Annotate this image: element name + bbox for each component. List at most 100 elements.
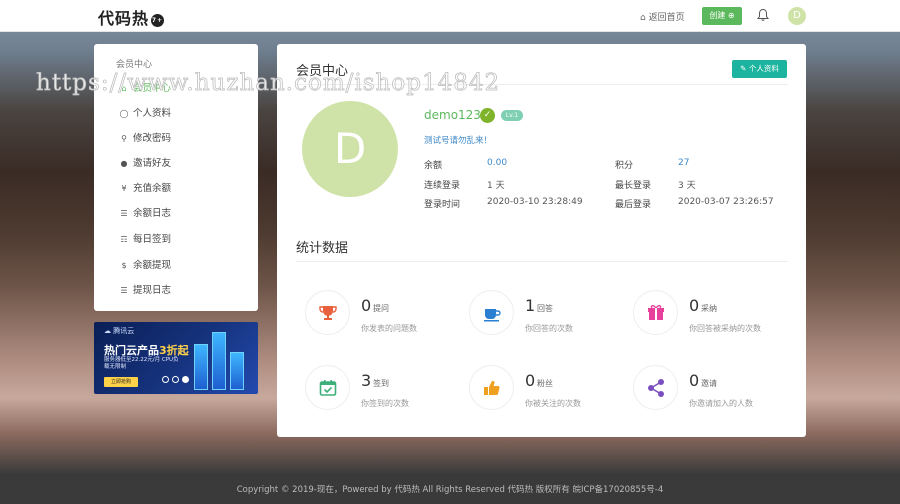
users-icon: ● (120, 159, 128, 168)
list-icon: ☰ (120, 209, 128, 218)
stat-label: 采纳 (701, 304, 717, 313)
stat-number: 3 (361, 371, 372, 390)
ad-title: 热门云产品3折起 (104, 342, 189, 358)
ad-banner[interactable]: ☁ 腾讯云 热门云产品3折起 服务器低至22.22元/月 CPU负载无限制 立即… (94, 322, 258, 394)
points-value[interactable]: 27 (678, 158, 689, 168)
sidebar-item-label: 每日签到 (133, 234, 172, 245)
pencil-icon: ✎ (740, 64, 747, 73)
sidebar-item-label: 余额提现 (133, 260, 172, 271)
stat-number: 1 (525, 296, 536, 315)
top-navbar: 代码热 7+ ⌂ 返回首页 创建 ⊕ D (0, 0, 900, 32)
main-panel: 会员中心 ✎ 个人资料 D demo123 ✓ Lv.1 测试号请勿乱来！ 余额… (277, 44, 806, 437)
stat-description: 你回答被采纳的次数 (689, 324, 761, 333)
sidebar-item-label: 提现日志 (133, 285, 172, 296)
sidebar-item-withdraw[interactable]: $ 余额提现 (118, 255, 248, 277)
logo-badge: 7+ (151, 14, 165, 27)
bell-icon[interactable] (756, 8, 770, 22)
stats-title: 统计数据 (296, 241, 349, 256)
info-label: 最后登录 (615, 200, 652, 210)
ad-title-main: 热门云产品 (104, 344, 159, 357)
calendar-icon: ☶ (120, 235, 128, 244)
key-icon: ⚲ (121, 134, 127, 143)
stat-label: 邀请 (701, 379, 717, 388)
sidebar-item-balance-log[interactable]: ☰ 余额日志 (118, 203, 248, 225)
sidebar-item-label: 邀请好友 (133, 158, 172, 169)
create-button[interactable]: 创建 ⊕ (702, 7, 742, 25)
info-label: 连续登录 (424, 181, 461, 191)
footer: Copyright © 2019-现在，Powered by 代码热 All R… (0, 473, 900, 504)
sidebar-item-invite-friends[interactable]: ● 邀请好友 (118, 153, 248, 175)
profile-button-label: 个人资料 (748, 64, 779, 73)
carousel-dot-active[interactable] (182, 376, 189, 383)
info-label: 登录时间 (424, 200, 461, 210)
sidebar-item-label: 充值余额 (133, 183, 172, 194)
thumbs-up-icon (469, 365, 514, 410)
stat-number: 0 (689, 371, 700, 390)
back-home-link[interactable]: ⌂ 返回首页 (640, 10, 685, 23)
info-value: 2020-03-10 23:28:49 (487, 197, 583, 207)
info-label: 余额 (424, 161, 443, 171)
info-value: 3 天 (678, 181, 696, 191)
profile-button[interactable]: ✎ 个人资料 (732, 60, 787, 78)
stat-description: 你签到的次数 (361, 399, 409, 408)
logo-text: 代码热 (98, 9, 150, 28)
sidebar-item-profile[interactable]: ◯ 个人资料 (118, 103, 248, 125)
divider (296, 261, 788, 262)
stat-number: 0 (525, 371, 536, 390)
ad-subtitle: 服务器低至22.22元/月 CPU负载无限制 (104, 357, 179, 370)
sidebar-item-daily-checkin[interactable]: ☶ 每日签到 (118, 229, 248, 251)
ad-title-highlight: 3折起 (159, 344, 189, 357)
stat-label: 粉丝 (537, 379, 553, 388)
carousel-dot[interactable] (162, 376, 169, 383)
yen-icon: ¥ (121, 184, 127, 193)
stat-label: 签到 (373, 379, 389, 388)
info-label: 积分 (615, 161, 634, 171)
ad-server-graphic (212, 332, 226, 390)
info-label: 最长登录 (615, 181, 652, 191)
username[interactable]: demo123 (424, 108, 481, 122)
carousel-dot[interactable] (172, 376, 179, 383)
stat-description: 你回答的次数 (525, 324, 573, 333)
home-icon: ⌂ (640, 13, 646, 23)
ad-brand-text: 腾讯云 (113, 327, 135, 335)
info-value: 1 天 (487, 181, 505, 191)
user-avatar[interactable]: D (788, 7, 806, 25)
info-value: 2020-03-07 23:26:57 (678, 197, 774, 207)
ad-brand: ☁ 腾讯云 (104, 326, 134, 336)
footer-copyright: Copyright © 2019-现在，Powered by 代码热 All R… (236, 485, 664, 495)
sidebar-item-change-password[interactable]: ⚲ 修改密码 (118, 128, 248, 150)
sidebar-item-withdraw-log[interactable]: ☰ 提现日志 (118, 280, 248, 302)
ad-buy-button[interactable]: 立即抢购 (104, 377, 138, 387)
plus-circle-icon: ⊕ (727, 11, 735, 20)
calendar-check-icon (305, 365, 350, 410)
share-icon (633, 365, 678, 410)
profile-avatar: D (302, 101, 398, 197)
stat-label: 回答 (537, 304, 553, 313)
user-motto: 测试号请勿乱来！ (424, 136, 493, 146)
ad-server-graphic (230, 352, 244, 390)
site-logo[interactable]: 代码热 7+ (98, 5, 165, 29)
home-link-label: 返回首页 (648, 13, 685, 23)
stat-description: 你被关注的次数 (525, 399, 581, 408)
sidebar-item-recharge[interactable]: ¥ 充值余额 (118, 178, 248, 200)
ad-server-graphic (194, 344, 208, 390)
stat-number: 0 (689, 296, 700, 315)
stat-description: 你发表的问题数 (361, 324, 417, 333)
verified-icon: ✓ (480, 108, 495, 123)
cloud-icon: ☁ (104, 327, 111, 335)
balance-value[interactable]: 0.00 (487, 158, 507, 168)
coffee-cup-icon (469, 290, 514, 335)
stat-description: 你邀请加入的人数 (689, 399, 753, 408)
sidebar-item-label: 余额日志 (133, 208, 172, 219)
create-button-label: 创建 (709, 11, 726, 20)
dollar-icon: $ (121, 261, 127, 270)
list-icon: ☰ (120, 286, 128, 295)
sidebar-title: 会员中心 (116, 60, 153, 70)
sidebar-item-label: 修改密码 (133, 133, 172, 144)
trophy-icon (305, 290, 350, 335)
stat-number: 0 (361, 296, 372, 315)
watermark-text: https://www.huzhan.com/ishop14842 (36, 70, 501, 97)
sidebar-item-label: 个人资料 (133, 108, 172, 119)
stat-label: 提问 (373, 304, 389, 313)
user-icon: ◯ (119, 109, 129, 118)
